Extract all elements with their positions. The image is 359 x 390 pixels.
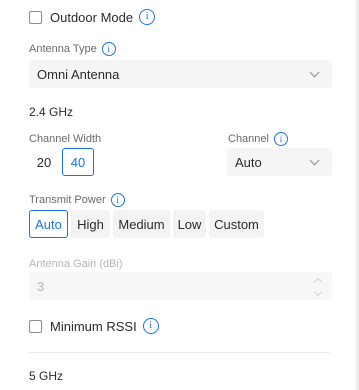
outdoor-mode-row: Outdoor Mode i [29, 9, 156, 25]
transmit-power-auto-option[interactable]: Auto [29, 210, 68, 238]
transmit-power-label-row: Transmit Power i [29, 193, 125, 207]
info-icon[interactable]: i [142, 318, 159, 334]
channel-label-row: Channel i [228, 132, 288, 146]
antenna-type-label-row: Antenna Type i [29, 42, 116, 56]
antenna-gain-input: 3 [29, 272, 332, 300]
chevron-down-icon [309, 155, 320, 166]
channel-width-label: Channel Width [29, 133, 102, 145]
chevron-down-icon [309, 67, 320, 78]
stepper-arrows-icon [313, 277, 323, 297]
info-icon[interactable]: i [139, 9, 156, 25]
transmit-power-low-option[interactable]: Low [173, 210, 206, 238]
transmit-power-label: Transmit Power [29, 194, 106, 206]
info-icon[interactable]: i [110, 193, 125, 207]
transmit-power-medium-option[interactable]: Medium [113, 210, 170, 238]
info-icon[interactable]: i [273, 132, 288, 146]
antenna-gain-value: 3 [37, 278, 45, 294]
minimum-rssi-row: Minimum RSSI i [29, 318, 159, 334]
transmit-power-high-option[interactable]: High [71, 210, 110, 238]
channel-value: Auto [235, 154, 262, 170]
channel-label: Channel [228, 133, 269, 145]
antenna-type-value: Omni Antenna [37, 66, 120, 82]
band-5-title: 5 GHz [29, 369, 64, 383]
outdoor-mode-label: Outdoor Mode [50, 9, 134, 25]
channel-select[interactable]: Auto [227, 148, 332, 176]
channel-width-group: 20 40 [29, 148, 94, 176]
minimum-rssi-label: Minimum RSSI [50, 318, 137, 334]
section-divider [29, 352, 330, 353]
channel-width-20-option[interactable]: 20 [29, 148, 59, 176]
channel-width-40-option[interactable]: 40 [62, 148, 94, 176]
info-icon[interactable]: i [101, 42, 116, 56]
antenna-type-select[interactable]: Omni Antenna [29, 60, 332, 88]
transmit-power-group: Auto High Medium Low Custom [29, 210, 264, 238]
minimum-rssi-checkbox[interactable] [29, 319, 42, 333]
transmit-power-custom-option[interactable]: Custom [209, 210, 264, 238]
antenna-type-label: Antenna Type [29, 43, 97, 55]
antenna-gain-label: Antenna Gain (dBi) [29, 258, 123, 270]
band-24-title: 2.4 GHz [29, 105, 74, 119]
outdoor-mode-checkbox[interactable] [29, 10, 42, 24]
